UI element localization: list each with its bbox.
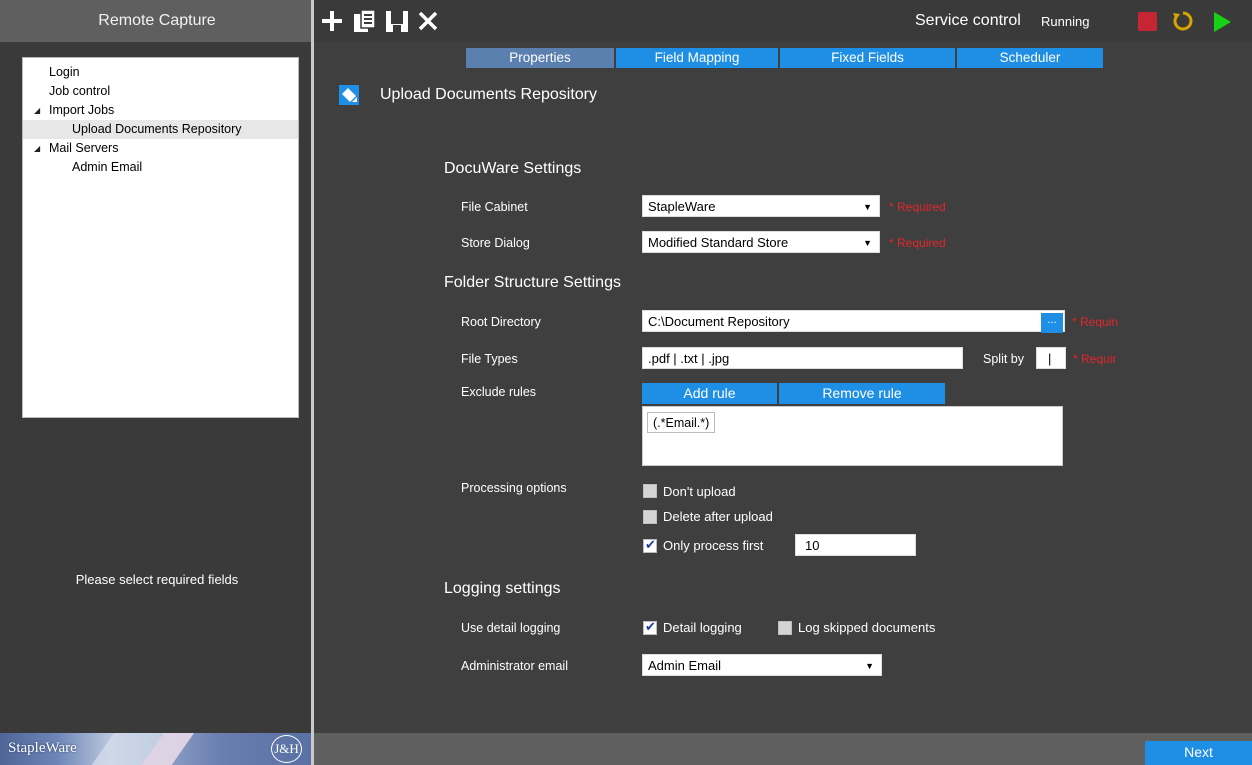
use-detail-logging-label: Use detail logging: [461, 621, 561, 635]
play-icon[interactable]: [1212, 11, 1232, 33]
toolbar: Service control Running: [314, 0, 1252, 42]
file-types-label: File Types: [461, 352, 518, 366]
administrator-email-label: Administrator email: [461, 659, 568, 673]
page-title: Upload Documents Repository: [380, 86, 597, 103]
edit-pen-icon: [339, 85, 359, 105]
dont-upload-label: Don't upload: [663, 484, 736, 499]
next-button[interactable]: Next: [1145, 741, 1252, 765]
tree-item-label: Job control: [49, 84, 111, 98]
tab-fixed-fields[interactable]: Fixed Fields: [780, 48, 955, 68]
delete-after-upload-label: Delete after upload: [663, 509, 773, 524]
app-title: Remote Capture: [0, 0, 314, 42]
stop-icon[interactable]: [1138, 12, 1157, 31]
only-process-first-checkbox[interactable]: [643, 537, 657, 553]
tree-item-mail-servers[interactable]: ◢ Mail Servers: [23, 139, 298, 158]
detail-logging-checkbox[interactable]: [643, 619, 657, 635]
administrator-email-value: Admin Email: [648, 658, 721, 673]
only-process-first-label: Only process first: [663, 538, 764, 553]
branding-bar: StapleWare J&H: [0, 733, 314, 765]
close-icon[interactable]: [416, 8, 440, 34]
navigation-tree[interactable]: Login Job control ◢ Import Jobs Upload D…: [22, 57, 299, 418]
chevron-down-icon: ▼: [865, 661, 874, 671]
tree-item-label: Login: [49, 65, 80, 79]
navigation-panel: Remote Capture Login Job control ◢ Impor…: [0, 0, 314, 765]
log-skipped-documents-label: Log skipped documents: [798, 620, 936, 635]
service-status: Running: [1041, 14, 1090, 29]
remove-rule-button[interactable]: Remove rule: [779, 383, 945, 404]
tree-item-upload-documents-repository[interactable]: Upload Documents Repository: [23, 120, 298, 139]
tree-item-label: Mail Servers: [49, 141, 119, 155]
partner-logo: J&H: [271, 735, 302, 763]
store-dialog-value: Modified Standard Store: [648, 235, 789, 250]
chevron-down-icon: ▼: [863, 202, 872, 212]
tree-item-label: Upload Documents Repository: [72, 122, 242, 136]
root-directory-input[interactable]: C:\Document Repository: [642, 310, 1065, 332]
validation-status-text: Please select required fields: [75, 572, 239, 587]
store-dialog-select[interactable]: Modified Standard Store ▼: [642, 231, 880, 253]
expanded-arrow-icon[interactable]: ◢: [34, 101, 40, 120]
administrator-email-select[interactable]: Admin Email ▼: [642, 654, 882, 676]
delete-after-upload-checkbox[interactable]: [643, 510, 657, 524]
log-skipped-documents-checkbox[interactable]: [778, 621, 792, 635]
processing-options-label: Processing options: [461, 481, 567, 495]
restart-icon[interactable]: [1171, 9, 1195, 33]
exclude-rules-list[interactable]: (.*Email.*): [642, 406, 1063, 466]
copy-document-icon[interactable]: [352, 8, 378, 34]
footer-bar: [314, 733, 1252, 765]
tree-item-login[interactable]: Login: [23, 63, 298, 82]
tree-item-job-control[interactable]: Job control: [23, 82, 298, 101]
stapleware-logo: StapleWare: [8, 740, 77, 756]
detail-logging-label: Detail logging: [663, 620, 742, 635]
tab-field-mapping[interactable]: Field Mapping: [616, 48, 778, 68]
tree-item-import-jobs[interactable]: ◢ Import Jobs: [23, 101, 298, 120]
required-indicator: * Required: [889, 200, 946, 214]
required-indicator: * Requir: [1073, 352, 1117, 366]
section-heading-docuware: DocuWare Settings: [444, 160, 582, 177]
chevron-down-icon: ▼: [863, 238, 872, 248]
tab-properties[interactable]: Properties: [466, 48, 614, 68]
add-rule-button[interactable]: Add rule: [642, 383, 777, 404]
split-by-label: Split by: [983, 352, 1024, 366]
split-by-input[interactable]: |: [1036, 347, 1066, 369]
dont-upload-checkbox[interactable]: [643, 484, 657, 498]
file-types-input[interactable]: .pdf | .txt | .jpg: [642, 347, 963, 369]
add-icon[interactable]: [320, 8, 344, 34]
tree-item-admin-email[interactable]: Admin Email: [23, 158, 298, 177]
root-directory-label: Root Directory: [461, 315, 541, 329]
file-cabinet-value: StapleWare: [648, 199, 716, 214]
tab-scheduler[interactable]: Scheduler: [957, 48, 1103, 68]
list-item[interactable]: (.*Email.*): [647, 412, 716, 433]
store-dialog-label: Store Dialog: [461, 236, 530, 250]
service-control-label: Service control: [915, 12, 1021, 29]
only-process-first-count-input[interactable]: 10: [795, 534, 916, 556]
required-indicator: * Required: [889, 236, 946, 250]
tree-item-label: Import Jobs: [49, 103, 115, 117]
file-cabinet-label: File Cabinet: [461, 200, 528, 214]
section-heading-folder-structure: Folder Structure Settings: [444, 274, 621, 291]
file-cabinet-select[interactable]: StapleWare ▼: [642, 195, 880, 217]
expanded-arrow-icon[interactable]: ◢: [34, 139, 40, 158]
section-heading-logging: Logging settings: [444, 580, 561, 597]
required-indicator: * Requin: [1072, 315, 1119, 329]
tree-item-label: Admin Email: [72, 160, 143, 174]
save-icon[interactable]: [384, 8, 410, 34]
panel-divider: [311, 0, 314, 765]
browse-button[interactable]: ...: [1041, 313, 1063, 333]
exclude-rules-label: Exclude rules: [461, 385, 537, 399]
